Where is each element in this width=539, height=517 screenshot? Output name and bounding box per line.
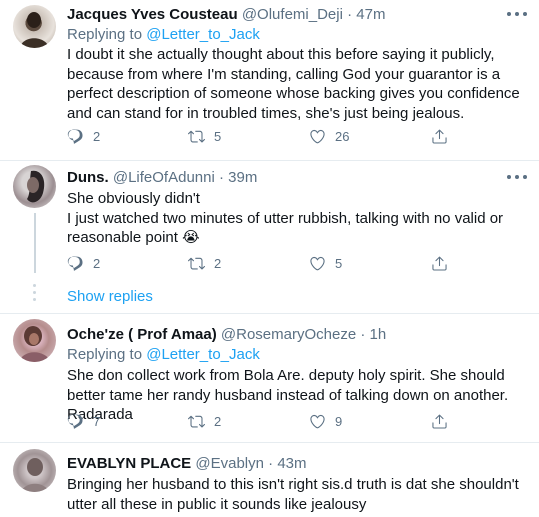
tweet-3[interactable]: Oche'ze ( Prof Amaa) @RosemaryOcheze · 1… (0, 314, 539, 441)
timestamp[interactable]: 43m (277, 455, 306, 472)
like-icon (309, 413, 326, 430)
avatar[interactable] (13, 165, 56, 208)
reply-count: 2 (93, 255, 101, 271)
avatar-image (27, 170, 45, 203)
like-button[interactable]: 5 (309, 254, 342, 272)
reply-icon (67, 255, 84, 272)
tweet-text-line: I just watched two minutes of utter rubb… (67, 209, 504, 247)
like-icon (309, 255, 326, 272)
avatar-image (21, 458, 49, 492)
more-icon[interactable] (507, 6, 527, 22)
tweet-2[interactable]: Duns. @LifeOfAdunni · 39m She obviously … (0, 161, 539, 309)
display-name[interactable]: Duns. (67, 169, 109, 186)
like-count: 26 (335, 128, 350, 144)
tweet-actions: 2 2 5 (67, 254, 467, 272)
handle[interactable]: @RosemaryOcheze (221, 326, 356, 343)
like-icon (309, 128, 326, 145)
like-count: 5 (335, 255, 343, 271)
replying-to-link[interactable]: @Letter_to_Jack (146, 346, 260, 363)
thread-dot (33, 284, 36, 287)
reply-count: 7 (93, 413, 101, 429)
reply-button[interactable]: 7 (67, 412, 100, 430)
retweet-count: 5 (214, 128, 222, 144)
replying-prefix: Replying to (67, 26, 147, 43)
tweet-1[interactable]: Jacques Yves Cousteau @Olufemi_Deji · 47… (0, 0, 539, 160)
reply-button[interactable]: 2 (67, 127, 100, 145)
retweet-count: 2 (214, 255, 222, 271)
retweet-icon (188, 413, 205, 430)
replying-to: Replying to @Letter_to_Jack (67, 26, 260, 44)
share-icon (431, 128, 448, 145)
tweet-text: I doubt it she actually thought about th… (67, 46, 520, 122)
like-count: 9 (335, 413, 343, 429)
replying-to: Replying to @Letter_to_Jack (67, 346, 260, 364)
avatar[interactable] (13, 5, 56, 48)
reply-count: 2 (93, 128, 101, 144)
retweet-button[interactable]: 5 (188, 127, 221, 145)
thread-line (34, 213, 36, 273)
thread-dot (33, 298, 36, 301)
separator: · (214, 169, 229, 186)
display-name[interactable]: EVABLYN PLACE (67, 455, 191, 472)
display-name[interactable]: Jacques Yves Cousteau (67, 6, 238, 23)
timestamp[interactable]: 39m (228, 169, 257, 186)
reply-button[interactable]: 2 (67, 254, 100, 272)
tweet-header: Oche'ze ( Prof Amaa) @RosemaryOcheze · 1… (67, 326, 386, 344)
more-icon[interactable] (507, 169, 527, 185)
retweet-button[interactable]: 2 (188, 412, 221, 430)
tweet-text-line: She obviously didn't (67, 190, 200, 207)
tweet-actions: 7 2 9 (67, 412, 467, 430)
show-replies-link[interactable]: Show replies (67, 288, 153, 306)
tweet-actions: 2 5 26 (67, 127, 467, 145)
avatar-image (20, 12, 49, 48)
retweet-count: 2 (214, 413, 222, 429)
avatar[interactable] (13, 449, 56, 492)
timestamp[interactable]: 47m (356, 6, 385, 23)
avatar-image (19, 326, 51, 362)
tweet-4[interactable]: EVABLYN PLACE @Evablyn · 43m Bringing he… (0, 443, 539, 517)
tweet-text: She obviously didn't I just watched two … (67, 189, 529, 248)
tweet-header: Duns. @LifeOfAdunni · 39m (67, 169, 257, 187)
replying-prefix: Replying to (67, 346, 147, 363)
retweet-icon (188, 128, 205, 145)
tweet-header: Jacques Yves Cousteau @Olufemi_Deji · 47… (67, 6, 385, 24)
share-icon (431, 413, 448, 430)
like-button[interactable]: 26 (309, 127, 349, 145)
replying-to-link[interactable]: @Letter_to_Jack (146, 26, 260, 43)
share-button[interactable] (431, 412, 448, 430)
reply-icon (67, 413, 84, 430)
retweet-icon (188, 255, 205, 272)
retweet-button[interactable]: 2 (188, 254, 221, 272)
thread-dot (33, 291, 36, 294)
handle[interactable]: @Olufemi_Deji (242, 6, 343, 23)
share-icon (431, 255, 448, 272)
display-name[interactable]: Oche'ze ( Prof Amaa) (67, 326, 217, 343)
separator: · (342, 6, 357, 23)
reply-icon (67, 128, 84, 145)
separator: · (263, 455, 278, 472)
handle[interactable]: @LifeOfAdunni (113, 169, 215, 186)
share-button[interactable] (431, 254, 448, 272)
share-button[interactable] (431, 127, 448, 145)
tweet-text: Bringing her husband to this isn't right… (67, 476, 519, 513)
tweet-header: EVABLYN PLACE @Evablyn · 43m (67, 455, 307, 473)
like-button[interactable]: 9 (309, 412, 342, 430)
avatar[interactable] (13, 319, 56, 362)
timestamp[interactable]: 1h (370, 326, 387, 343)
separator: · (356, 326, 370, 343)
handle[interactable]: @Evablyn (195, 455, 264, 472)
